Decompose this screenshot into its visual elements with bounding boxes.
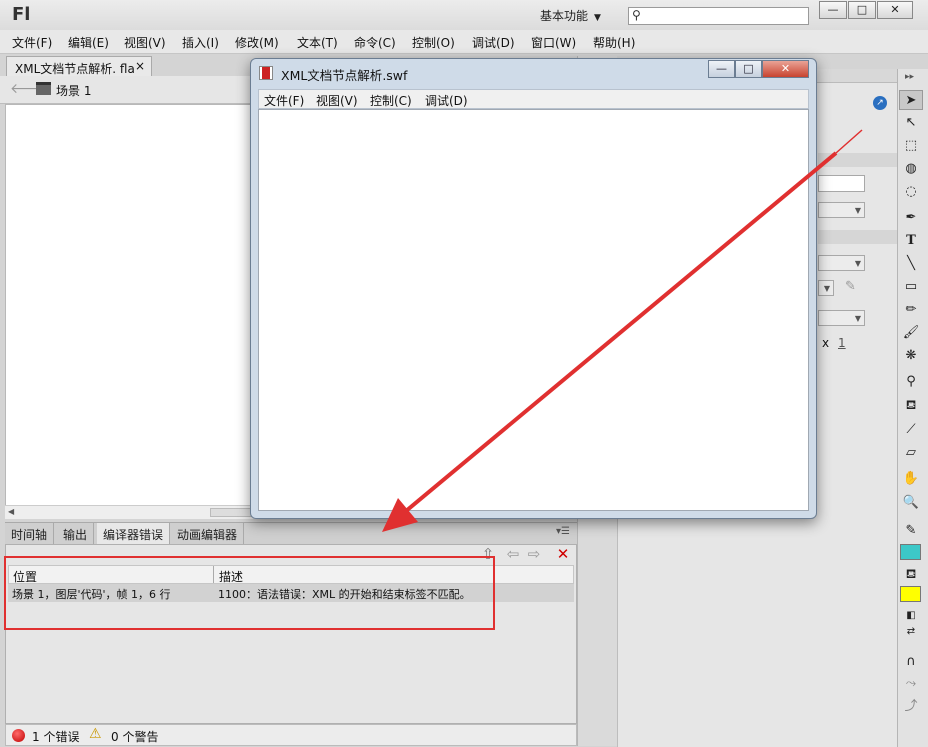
smooth-icon[interactable]: ⤳ [899, 674, 923, 694]
menu-text[interactable]: 文本(T) [297, 34, 338, 51]
bone-tool-icon[interactable]: ⚲ [899, 372, 923, 392]
properties-dropdown-1[interactable]: ▼ [818, 202, 865, 218]
pencil-tool-icon[interactable]: ✏ [899, 300, 923, 320]
menu-modify[interactable]: 修改(M) [235, 34, 279, 51]
swf-maximize-button[interactable]: □ [735, 60, 762, 78]
menu-insert[interactable]: 插入(I) [182, 34, 219, 51]
tab-compiler-errors[interactable]: 编译器错误 [97, 523, 171, 545]
chevron-down-icon: ▼ [594, 13, 601, 23]
brush-tool-icon[interactable]: 🖌 [899, 323, 923, 343]
maximize-button[interactable]: □ [848, 1, 876, 19]
straighten-icon[interactable]: ⤴ [899, 697, 923, 717]
properties-section-band [818, 153, 897, 167]
menu-window[interactable]: 窗口(W) [531, 34, 576, 51]
swf-content-area[interactable] [258, 109, 809, 511]
help-search-input[interactable]: ⚲ [628, 7, 809, 25]
document-tab-title: XML文档节点解析. fla [15, 62, 135, 76]
menu-commands[interactable]: 命令(C) [354, 34, 396, 51]
workspace-label: 基本功能 [540, 9, 589, 23]
text-tool-icon[interactable]: T [899, 231, 923, 251]
flash-logo: Fl [12, 4, 31, 25]
swf-menu-debug[interactable]: 调试(D) [425, 92, 468, 109]
eyedropper-tool-icon[interactable]: ⟋ [899, 420, 923, 440]
swf-menu-bar: 文件(F) 视图(V) 控制(C) 调试(D) [258, 89, 809, 109]
properties-dropdown-4[interactable]: ▼ [818, 310, 865, 326]
swf-close-button[interactable]: ✕ [762, 60, 809, 78]
subselection-tool-icon[interactable]: ↖ [899, 113, 923, 133]
fill-color-swatch[interactable] [900, 586, 921, 602]
warning-count: 0 个警告 [111, 730, 159, 744]
pencil-edit-icon[interactable]: ✎ [845, 279, 856, 294]
3d-rotation-tool-icon[interactable]: ◍ [899, 159, 923, 179]
chevron-down-icon: ▼ [854, 314, 861, 323]
menu-edit[interactable]: 编辑(E) [68, 34, 109, 51]
lasso-tool-icon[interactable]: ◌ [899, 182, 923, 202]
chevron-down-icon: ▼ [854, 206, 861, 215]
position-x-label: x [822, 336, 830, 350]
properties-dropdown-2[interactable]: ▼ [818, 255, 865, 271]
swf-menu-control[interactable]: 控制(C) [370, 92, 412, 109]
minimize-button[interactable]: — [819, 1, 847, 19]
menu-bar: 文件(F) 编辑(E) 视图(V) 插入(I) 修改(M) 文本(T) 命令(C… [0, 30, 928, 54]
fill-color-icon: ⛾ [905, 567, 917, 582]
flash-player-icon [259, 66, 273, 80]
search-icon: ⚲ [632, 8, 641, 22]
snap-to-objects-icon[interactable]: ∩ [899, 652, 923, 672]
eraser-tool-icon[interactable]: ▱ [899, 443, 923, 463]
zoom-tool-icon[interactable]: 🔍 [899, 493, 923, 513]
scene-label[interactable]: 场景 1 [56, 82, 91, 99]
properties-dropdown-3[interactable]: ▼ [818, 280, 834, 296]
line-tool-icon[interactable]: ╲ [899, 254, 923, 274]
annotation-highlight-box [4, 556, 495, 630]
menu-view[interactable]: 视图(V) [124, 34, 166, 51]
scroll-left-icon[interactable]: ◀ [8, 507, 14, 516]
previous-error-icon[interactable]: ⇦ [504, 545, 522, 563]
deco-tool-icon[interactable]: ❋ [899, 346, 923, 366]
panel-options-icon[interactable]: ▾☰ [556, 526, 570, 537]
stroke-color-icon: ✎ [905, 523, 917, 538]
stroke-color-swatch[interactable] [900, 544, 921, 560]
error-icon [12, 729, 25, 742]
menu-debug[interactable]: 调试(D) [472, 34, 515, 51]
swf-minimize-button[interactable]: — [708, 60, 735, 78]
position-x-value[interactable]: 1 [838, 336, 846, 350]
swf-menu-file[interactable]: 文件(F) [264, 92, 304, 109]
chevron-down-icon: ▼ [823, 284, 830, 293]
rectangle-tool-icon[interactable]: ▭ [899, 277, 923, 297]
warning-icon: ⚠ [89, 726, 102, 742]
error-count: 1 个错误 [32, 730, 80, 744]
panel-tab-bar: 时间轴 输出 编译器错误 动画编辑器 [5, 522, 577, 545]
tab-output[interactable]: 输出 [57, 523, 95, 545]
next-error-icon[interactable]: ⇨ [525, 545, 543, 563]
menu-control[interactable]: 控制(O) [412, 34, 455, 51]
tab-timeline[interactable]: 时间轴 [5, 523, 55, 545]
close-button[interactable]: ✕ [877, 1, 913, 19]
hand-tool-icon[interactable]: ✋ [899, 469, 923, 489]
swf-menu-view[interactable]: 视图(V) [316, 92, 358, 109]
properties-section-band [818, 230, 897, 244]
menu-file[interactable]: 文件(F) [12, 34, 52, 51]
scene-icon [36, 82, 51, 95]
collapse-tools-icon[interactable]: ▸▸ [905, 72, 914, 82]
swf-window-title: XML文档节点解析.swf [281, 68, 408, 83]
selection-tool-icon[interactable]: ➤ [899, 90, 923, 110]
document-tab[interactable]: XML文档节点解析. fla × [6, 56, 152, 77]
paint-bucket-tool-icon[interactable]: ⛾ [899, 396, 923, 416]
free-transform-tool-icon[interactable]: ⬚ [899, 136, 923, 156]
tab-motion-editor[interactable]: 动画编辑器 [171, 523, 245, 545]
menu-help[interactable]: 帮助(H) [593, 34, 635, 51]
swap-colors-icon[interactable]: ⇄ [899, 622, 923, 642]
pen-tool-icon[interactable]: ✒ [899, 208, 923, 228]
workspace-switcher[interactable]: 基本功能 ▼ [530, 5, 620, 25]
clear-errors-icon[interactable]: ✕ [554, 545, 572, 563]
chevron-down-icon: ▼ [854, 259, 861, 268]
help-link-icon[interactable]: ↗ [873, 96, 887, 110]
close-tab-icon[interactable]: × [135, 59, 145, 73]
instance-name-field[interactable] [818, 175, 865, 192]
